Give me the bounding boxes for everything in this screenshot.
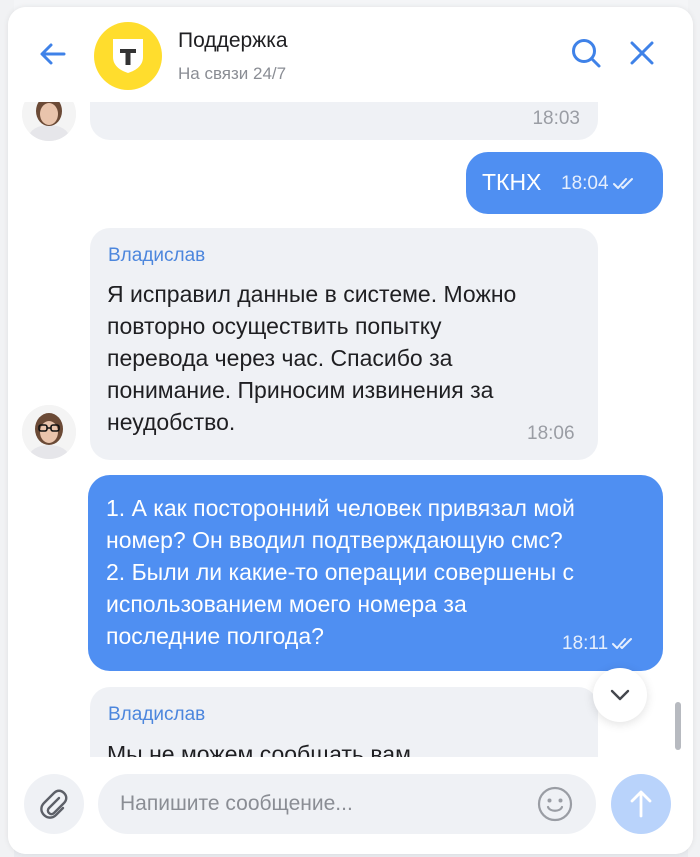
emoji-icon [537, 786, 573, 822]
message-line: последние полгода? [106, 623, 324, 649]
message-bubble-incoming: Владислав Мы не можем сообщать вам [90, 687, 598, 757]
message-line: использованием моего номера за [106, 591, 467, 617]
message-bubble-incoming: 18:03 [90, 102, 598, 140]
scroll-to-bottom-button[interactable] [593, 668, 647, 722]
chat-header: Поддержка На связи 24/7 [8, 7, 693, 102]
message-text: Я исправил данные в системе. Можно повто… [107, 278, 516, 438]
message-composer [8, 757, 693, 854]
search-icon [572, 39, 601, 68]
emoji-button[interactable] [536, 785, 574, 823]
send-button[interactable] [611, 774, 671, 834]
agent-avatar [22, 405, 76, 459]
chevron-down-icon [610, 689, 630, 701]
message-time: 18:04 [561, 173, 609, 194]
message-line: повторно осуществить попытку [107, 313, 442, 339]
message-bubble-outgoing: 1. А как посторонний человек привязал мо… [88, 475, 663, 671]
message-text: 1. А как посторонний человек привязал мо… [106, 492, 575, 652]
scrollbar-thumb[interactable] [675, 702, 681, 750]
message-line: номер? Он вводил подтверждающую смс? [106, 527, 563, 553]
back-button[interactable] [36, 37, 70, 71]
message-line: перевода через час. Спасибо за [107, 345, 453, 371]
attach-button[interactable] [24, 774, 84, 834]
message-meta: 18:11 [562, 633, 638, 655]
message-meta: 18:04 [561, 173, 639, 195]
sender-name: Владислав [108, 704, 206, 725]
support-chat-window: Поддержка На связи 24/7 18:03 ТКНХ 18:04… [8, 7, 693, 854]
message-input-container [98, 774, 596, 834]
shield-logo-icon [113, 39, 143, 73]
message-line: Мы не можем сообщать вам [107, 741, 411, 757]
message-line: неудобство. [107, 409, 236, 435]
send-arrow-icon [630, 790, 652, 818]
paperclip-icon [40, 789, 68, 819]
message-line: Я исправил данные в системе. Можно [107, 281, 517, 307]
message-input[interactable] [120, 774, 520, 834]
message-line: 2. Были ли какие-то операции совершены с [106, 559, 575, 585]
chat-title: Поддержка [178, 29, 288, 52]
chat-subtitle: На связи 24/7 [178, 64, 287, 83]
message-bubble-outgoing: ТКНХ 18:04 [466, 152, 663, 214]
message-bubble-incoming: Владислав Я исправил данные в системе. М… [90, 228, 598, 460]
message-line: 1. А как посторонний человек привязал мо… [106, 495, 575, 521]
message-time: 18:11 [562, 633, 609, 654]
agent-avatar [22, 102, 76, 141]
message-time: 18:03 [532, 108, 580, 129]
close-button[interactable] [624, 35, 660, 71]
message-text: Мы не можем сообщать вам [107, 738, 411, 757]
message-text: ТКНХ [482, 169, 542, 195]
message-line: понимание. Приносим извинения за [107, 377, 494, 403]
close-icon [630, 41, 654, 65]
sender-name: Владислав [108, 245, 206, 266]
message-time: 18:06 [527, 423, 575, 444]
double-check-icon [612, 638, 633, 649]
double-check-icon [612, 178, 633, 189]
search-button[interactable] [568, 35, 604, 71]
bank-logo [94, 22, 162, 90]
message-list[interactable]: 18:03 ТКНХ 18:04 Владислав Я исправил да… [8, 102, 693, 757]
arrow-left-icon [40, 43, 66, 65]
